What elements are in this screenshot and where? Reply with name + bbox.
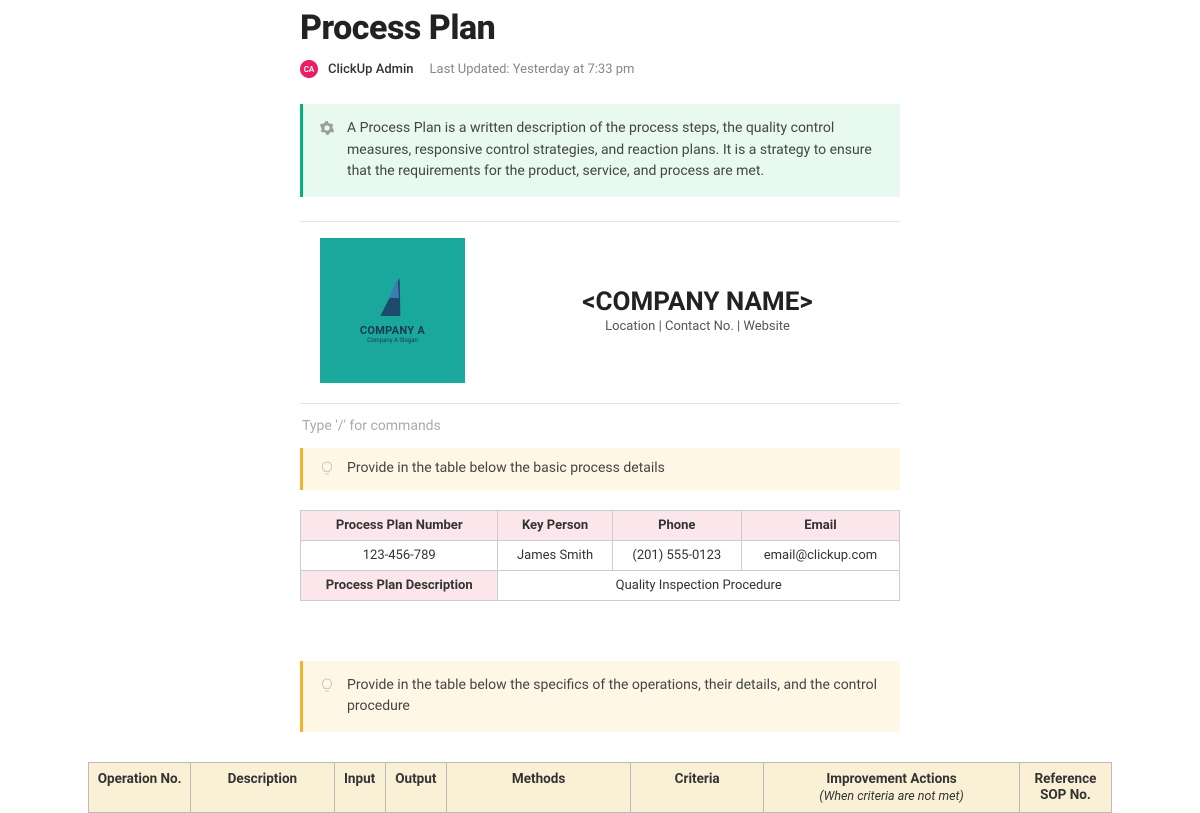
company-logo: COMPANY A Company A Slogan — [320, 238, 465, 383]
th-op-criteria: Criteria — [631, 763, 764, 813]
intro-callout: A Process Plan is a written description … — [300, 104, 900, 197]
command-input[interactable]: Type '/' for commands — [300, 412, 900, 440]
td-key-person[interactable]: James Smith — [498, 540, 612, 570]
th-op-input: Input — [334, 763, 385, 813]
company-name-placeholder[interactable]: <COMPANY NAME> — [495, 287, 900, 317]
logo-tagline: Company A Slogan — [367, 337, 418, 344]
td-phone[interactable]: (201) 555-0123 — [612, 540, 741, 570]
divider — [300, 403, 900, 404]
th-phone: Phone — [612, 510, 741, 540]
th-key-person: Key Person — [498, 510, 612, 540]
details-callout: Provide in the table below the basic pro… — [300, 448, 900, 490]
meta-row: CA ClickUp Admin Last Updated: Yesterday… — [300, 60, 900, 78]
bulb-icon — [319, 460, 335, 476]
company-sub-placeholder[interactable]: Location | Contact No. | Website — [495, 319, 900, 334]
ops-callout-text: Provide in the table below the specifics… — [347, 675, 882, 718]
details-table[interactable]: Process Plan Number Key Person Phone Ema… — [300, 510, 900, 601]
td-description[interactable]: Quality Inspection Procedure — [498, 570, 900, 600]
ops-callout: Provide in the table below the specifics… — [300, 661, 900, 732]
logo-name: COMPANY A — [360, 324, 425, 337]
page-title: Process Plan — [300, 8, 900, 48]
logo-shape-icon — [380, 278, 405, 316]
th-email: Email — [741, 510, 899, 540]
bulb-icon — [319, 677, 335, 693]
operations-table[interactable]: Operation No. Description Input Output M… — [88, 762, 1112, 813]
th-op-description: Description — [191, 763, 334, 813]
th-op-output: Output — [385, 763, 446, 813]
gear-icon — [319, 120, 335, 136]
th-op-reference: Reference SOP No. — [1019, 763, 1111, 813]
th-op-no: Operation No. — [89, 763, 191, 813]
th-plan-number: Process Plan Number — [301, 510, 498, 540]
last-updated: Last Updated: Yesterday at 7:33 pm — [430, 62, 635, 77]
th-description: Process Plan Description — [301, 570, 498, 600]
author-name: ClickUp Admin — [328, 62, 414, 77]
th-op-improvement-sub: (When criteria are not met) — [772, 789, 1011, 804]
divider — [300, 221, 900, 222]
details-callout-text: Provide in the table below the basic pro… — [347, 458, 665, 480]
company-header: COMPANY A Company A Slogan <COMPANY NAME… — [300, 238, 900, 383]
td-plan-number[interactable]: 123-456-789 — [301, 540, 498, 570]
th-op-improvement: Improvement Actions (When criteria are n… — [764, 763, 1020, 813]
th-op-methods: Methods — [447, 763, 631, 813]
td-email[interactable]: email@clickup.com — [741, 540, 899, 570]
author-avatar: CA — [300, 60, 318, 78]
intro-text: A Process Plan is a written description … — [347, 118, 882, 183]
company-info: <COMPANY NAME> Location | Contact No. | … — [495, 287, 900, 334]
